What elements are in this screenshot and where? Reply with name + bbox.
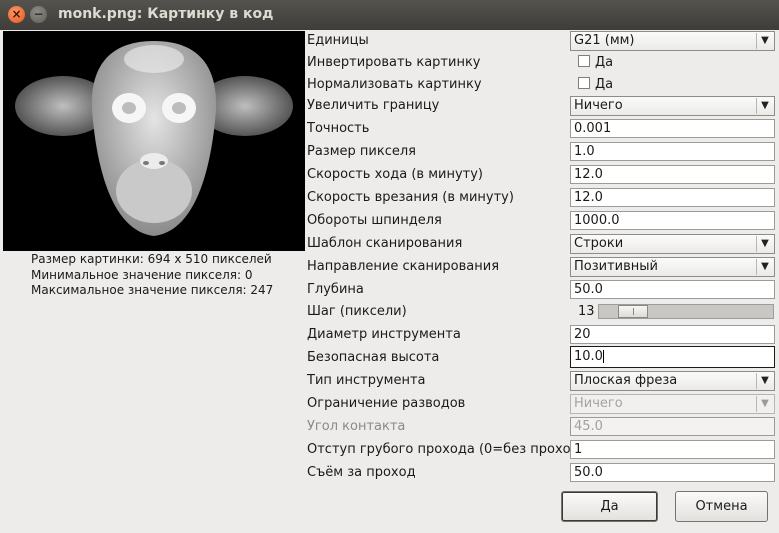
scan-pattern-value: Строки [574,236,624,251]
roughing-offset-input[interactable]: 1 [570,440,775,459]
plunge-rate-input[interactable]: 12.0 [570,188,775,207]
tool-type-value: Плоская фреза [574,373,678,388]
expand-border-label: Увеличить границу [307,98,440,113]
chevron-down-icon: ▼ [756,33,773,49]
slider-handle[interactable] [618,305,648,318]
depth-input[interactable]: 50.0 [570,280,775,299]
image-preview [3,31,305,251]
expand-border-select[interactable]: Ничего ▼ [570,96,775,116]
lace-bounding-value: Ничего [574,396,623,411]
invert-check-label: Да [595,55,614,70]
chevron-down-icon: ▼ [756,373,773,389]
step-label: Шаг (пиксели) [307,304,407,319]
normalize-check-label: Да [595,77,614,92]
image-size-text: Размер картинки: 694 x 510 пикселей [31,252,272,266]
normalize-checkbox[interactable]: Да [578,77,613,92]
close-icon[interactable]: × [8,6,25,23]
cancel-button[interactable]: Отмена [675,491,768,522]
pixel-size-input[interactable]: 1.0 [570,142,775,161]
spindle-speed-input[interactable]: 1000.0 [570,211,775,230]
units-select[interactable]: G21 (мм) ▼ [570,31,775,51]
tool-type-select[interactable]: Плоская фреза ▼ [570,371,775,391]
safety-height-label: Безопасная высота [307,350,440,365]
text-caret [602,350,604,363]
checkbox-icon[interactable] [578,77,590,89]
normalize-label: Нормализовать картинку [307,77,482,92]
tolerance-input[interactable]: 0.001 [570,119,775,138]
pixel-size-label: Размер пикселя [307,144,416,159]
scan-direction-value: Позитивный [574,259,658,274]
lace-bounding-label: Ограничение разводов [307,396,466,411]
spindle-speed-label: Обороты шпинделя [307,213,442,228]
ok-button[interactable]: Да [561,491,658,522]
dialog-window: × − monk.png: Картинку в код Размер карт… [0,0,779,533]
chevron-down-icon: ▼ [756,236,773,252]
step-value: 13 [578,304,595,319]
contact-angle-label: Угол контакта [307,419,406,434]
window-title: monk.png: Картинку в код [58,6,274,22]
feed-rate-label: Скорость хода (в минуту) [307,167,483,182]
scan-pattern-select[interactable]: Строки ▼ [570,234,775,254]
chevron-down-icon: ▼ [756,98,773,114]
roughing-depth-input[interactable]: 50.0 [570,463,775,482]
invert-label: Инвертировать картинку [307,55,481,70]
units-value: G21 (мм) [574,33,635,48]
chevron-down-icon: ▼ [756,396,773,412]
max-pixel-text: Максимальное значение пикселя: 247 [31,283,274,297]
expand-border-value: Ничего [574,98,623,113]
tool-diameter-label: Диаметр инструмента [307,327,461,342]
feed-rate-input[interactable]: 12.0 [570,165,775,184]
title-bar[interactable]: × − monk.png: Картинку в код [0,0,779,30]
depth-label: Глубина [307,282,364,297]
chevron-down-icon: ▼ [756,259,773,275]
roughing-offset-label: Отступ грубого прохода (0=без прохода) [307,442,593,457]
plunge-rate-label: Скорость врезания (в минуту) [307,190,514,205]
safety-height-input[interactable]: 10.0 [570,346,775,368]
tolerance-label: Точность [307,121,370,136]
safety-height-value: 10.0 [574,349,603,364]
scan-direction-select[interactable]: Позитивный ▼ [570,257,775,277]
min-pixel-text: Минимальное значение пикселя: 0 [31,268,253,282]
invert-checkbox[interactable]: Да [578,55,613,70]
checkbox-icon[interactable] [578,55,590,67]
tool-diameter-input[interactable]: 20 [570,325,775,344]
step-slider[interactable] [598,304,774,319]
minimize-icon[interactable]: − [30,6,47,23]
scan-pattern-label: Шаблон сканирования [307,236,463,251]
tool-type-label: Тип инструмента [307,373,426,388]
monkey-head-image [15,41,293,236]
lace-bounding-select: Ничего ▼ [570,394,775,414]
units-label: Единицы [307,33,369,48]
roughing-depth-label: Съём за проход [307,465,416,480]
scan-direction-label: Направление сканирования [307,259,500,274]
contact-angle-input: 45.0 [570,417,775,436]
